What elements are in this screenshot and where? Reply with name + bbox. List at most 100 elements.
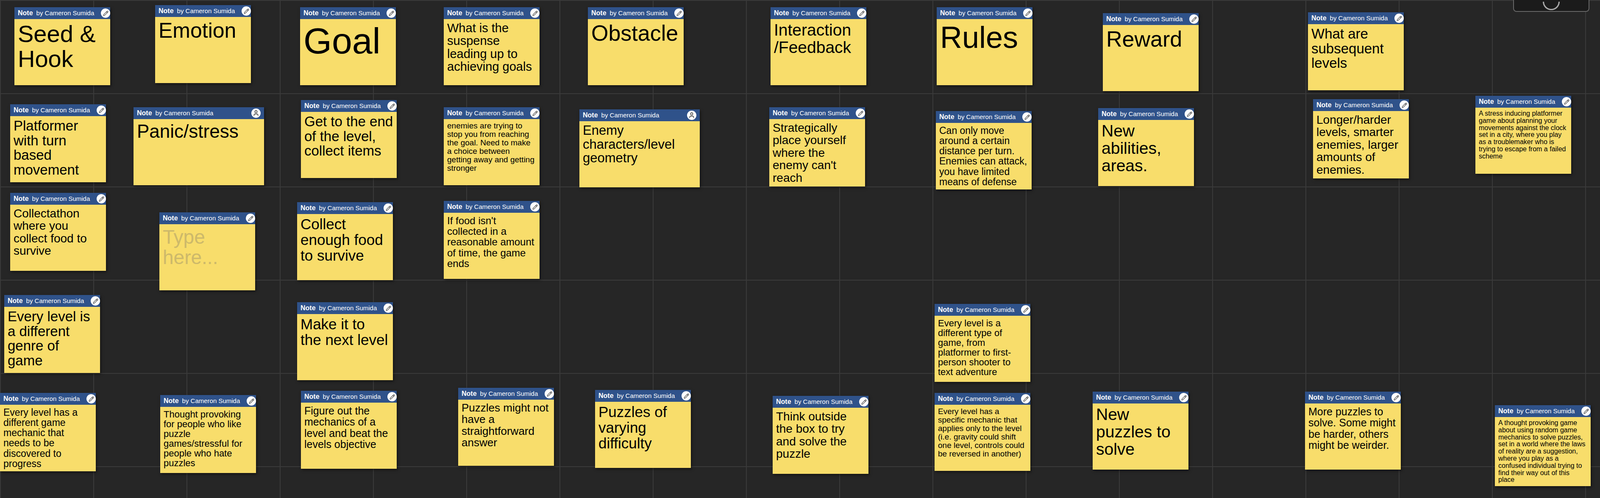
sticky-note[interactable]: Noteby Cameron SumidaPanic/stress <box>133 107 265 186</box>
sticky-note[interactable]: Noteby Cameron SumidaThought provoking f… <box>160 395 256 474</box>
sticky-note[interactable]: Noteby Cameron SumidaWhat is the suspens… <box>443 7 540 86</box>
sticky-note[interactable]: Noteby Cameron SumidaMore puzzles to sol… <box>1305 391 1401 470</box>
note-header[interactable]: Noteby Cameron Sumida <box>14 7 111 20</box>
note-text[interactable]: Every level is a different type of game,… <box>934 315 1031 382</box>
note-text[interactable]: Obstacle <box>587 19 684 86</box>
note-header[interactable]: Noteby Cameron Sumida <box>133 107 265 120</box>
note-text[interactable]: Collectathon where you collect food to s… <box>10 204 106 271</box>
note-header[interactable]: Noteby Cameron Sumida <box>1305 391 1401 404</box>
sticky-note[interactable]: Noteby Cameron SumidaNew puzzles to solv… <box>1092 391 1189 470</box>
note-header[interactable]: Noteby Cameron Sumida <box>443 7 540 20</box>
sticky-note[interactable]: Noteby Cameron SumidaPuzzles of varying … <box>595 389 691 468</box>
note-header[interactable]: Noteby Cameron Sumida <box>1092 391 1189 404</box>
sticky-note[interactable]: Noteby Cameron SumidaMake it to the next… <box>297 302 393 381</box>
note-header[interactable]: Noteby Cameron Sumida <box>0 392 96 405</box>
note-header[interactable]: Noteby Cameron Sumida <box>300 7 396 20</box>
sticky-note[interactable]: Noteby Cameron SumidaGet to the end of t… <box>300 100 397 179</box>
note-text[interactable]: Emotion <box>155 16 251 84</box>
sticky-note[interactable]: Noteby Cameron SumidaEnemy characters/le… <box>579 109 700 188</box>
note-header[interactable]: Noteby Cameron Sumida <box>155 5 251 17</box>
sticky-note[interactable]: Noteby Cameron SumidaPlatformer with tur… <box>10 104 106 183</box>
sticky-note[interactable]: Noteby Cameron SumidaEmotion <box>155 5 251 84</box>
note-header[interactable]: Noteby Cameron Sumida <box>595 389 691 402</box>
sticky-note[interactable]: Noteby Cameron SumidaLonger/harder level… <box>1313 99 1409 179</box>
note-header[interactable]: Noteby Cameron Sumida <box>10 192 106 205</box>
note-text[interactable]: Puzzles might not have a straightforward… <box>458 399 554 466</box>
note-text[interactable]: Can only move around a certain distance … <box>935 122 1032 190</box>
sticky-note[interactable]: Noteby Cameron SumidaFigure out the mech… <box>300 390 397 469</box>
zoom-control[interactable] <box>1513 0 1590 12</box>
note-header[interactable]: Noteby Cameron Sumida <box>159 212 256 225</box>
note-header[interactable]: Noteby Cameron Sumida <box>587 7 684 20</box>
note-text[interactable]: Reward <box>1102 25 1199 92</box>
note-header[interactable]: Noteby Cameron Sumida <box>10 104 106 117</box>
note-text[interactable]: Type here... <box>159 224 256 291</box>
note-header[interactable]: Noteby Cameron Sumida <box>300 100 397 112</box>
note-header[interactable]: Noteby Cameron Sumida <box>458 387 554 400</box>
note-text[interactable]: New puzzles to solve <box>1092 403 1189 470</box>
sticky-note[interactable]: Noteby Cameron SumidaA thought provoking… <box>1494 405 1591 487</box>
note-text[interactable]: Every level is a different genre of game <box>4 306 101 373</box>
note-text[interactable]: Panic/stress <box>133 119 265 186</box>
note-header[interactable]: Noteby Cameron Sumida <box>297 202 393 215</box>
note-text[interactable]: Puzzles of varying difficulty <box>595 401 691 468</box>
note-text[interactable]: Make it to the next level <box>297 314 393 381</box>
note-text[interactable]: Every level has a specific mechanic that… <box>934 404 1031 471</box>
note-header[interactable]: Noteby Cameron Sumida <box>4 294 101 307</box>
note-text[interactable]: Strategically place yourself where the e… <box>769 119 866 187</box>
note-header[interactable]: Noteby Cameron Sumida <box>579 109 700 122</box>
note-header[interactable]: Noteby Cameron Sumida <box>936 7 1033 20</box>
sticky-note[interactable]: Noteby Cameron SumidaCan only move aroun… <box>935 111 1032 190</box>
note-header[interactable]: Noteby Cameron Sumida <box>772 395 869 408</box>
note-header[interactable]: Noteby Cameron Sumida <box>300 390 397 403</box>
note-text[interactable]: Longer/harder levels, smarter enemies, l… <box>1313 111 1409 179</box>
note-header[interactable]: Noteby Cameron Sumida <box>1098 108 1194 120</box>
note-header[interactable]: Noteby Cameron Sumida <box>1307 12 1404 25</box>
sticky-note[interactable]: Noteby Cameron Sumidaenemies are trying … <box>443 107 540 186</box>
note-text[interactable]: If food isn't collected in a reasonable … <box>443 212 540 279</box>
note-header[interactable]: Noteby Cameron Sumida <box>1102 13 1199 26</box>
note-text[interactable]: Every level has a different game mechani… <box>0 404 96 472</box>
note-text[interactable]: Rules <box>936 19 1033 86</box>
note-text[interactable]: What is the suspense leading up to achie… <box>443 19 540 86</box>
note-header[interactable]: Noteby Cameron Sumida <box>297 302 393 315</box>
sticky-note[interactable]: Noteby Cameron SumidaWhat are subsequent… <box>1307 12 1404 91</box>
note-header[interactable]: Noteby Cameron Sumida <box>1494 405 1591 418</box>
note-text[interactable]: Collect enough food to survive <box>297 214 393 281</box>
note-text[interactable]: A thought provoking game about using ran… <box>1494 417 1591 487</box>
note-text[interactable]: A stress inducing platformer game about … <box>1475 107 1572 174</box>
sticky-note[interactable]: Noteby Cameron SumidaType here... <box>159 212 256 291</box>
sticky-note[interactable]: Noteby Cameron SumidaEvery level is a di… <box>934 303 1031 382</box>
sticky-note[interactable]: Noteby Cameron SumidaInteraction /Feedba… <box>770 7 867 86</box>
sticky-note[interactable]: Noteby Cameron SumidaRules <box>936 7 1033 86</box>
note-header[interactable]: Noteby Cameron Sumida <box>443 200 540 213</box>
note-text[interactable]: Figure out the mechanics of a level and … <box>300 402 397 469</box>
note-header[interactable]: Noteby Cameron Sumida <box>443 107 540 120</box>
sticky-note[interactable]: Noteby Cameron SumidaEvery level has a s… <box>934 392 1031 471</box>
note-header[interactable]: Noteby Cameron Sumida <box>160 395 256 407</box>
note-header[interactable]: Noteby Cameron Sumida <box>934 392 1031 405</box>
note-header[interactable]: Noteby Cameron Sumida <box>770 7 867 20</box>
sticky-note[interactable]: Noteby Cameron SumidaGoal <box>300 7 396 86</box>
sticky-note[interactable]: Noteby Cameron SumidaCollect enough food… <box>297 202 393 281</box>
sticky-note[interactable]: Noteby Cameron SumidaStrategically place… <box>769 107 866 187</box>
note-header[interactable]: Noteby Cameron Sumida <box>769 107 866 120</box>
sticky-note[interactable]: Noteby Cameron SumidaSeed & Hook <box>14 7 111 86</box>
note-text[interactable]: New abilities, areas. <box>1098 119 1194 187</box>
sticky-note[interactable]: Noteby Cameron SumidaObstacle <box>587 7 684 86</box>
note-text[interactable]: More puzzles to solve. Some might be har… <box>1305 403 1401 470</box>
sticky-note[interactable]: Noteby Cameron SumidaNew abilities, area… <box>1098 108 1194 187</box>
sticky-note[interactable]: Noteby Cameron SumidaReward <box>1102 13 1199 92</box>
sticky-note[interactable]: Noteby Cameron SumidaPuzzles might not h… <box>458 387 554 466</box>
note-text[interactable]: Enemy characters/level geometry <box>579 121 700 188</box>
note-header[interactable]: Noteby Cameron Sumida <box>934 303 1031 316</box>
sticky-note[interactable]: Noteby Cameron SumidaCollectathon where … <box>10 192 106 271</box>
note-text[interactable]: Get to the end of the level, collect ite… <box>300 111 397 179</box>
note-text[interactable]: Platformer with turn based movement <box>10 116 106 183</box>
note-text[interactable]: Thought provoking for people who like pu… <box>160 406 256 474</box>
note-header[interactable]: Noteby Cameron Sumida <box>1475 95 1572 108</box>
note-header[interactable]: Noteby Cameron Sumida <box>935 111 1032 123</box>
note-header[interactable]: Noteby Cameron Sumida <box>1313 99 1409 112</box>
note-text[interactable]: Interaction /Feedback <box>770 19 867 86</box>
whiteboard-canvas[interactable]: Noteby Cameron SumidaSeed & HookNoteby C… <box>0 0 1600 498</box>
